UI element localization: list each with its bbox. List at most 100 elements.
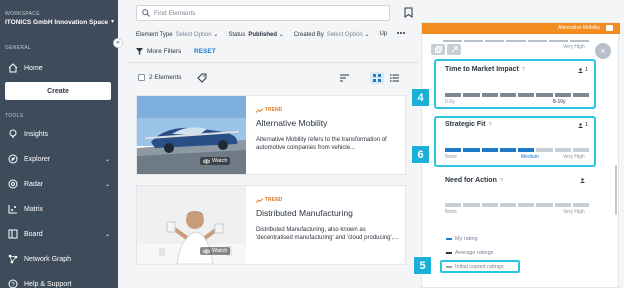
- scale-max-label: Very High: [563, 209, 585, 215]
- legend-my-rating: My rating: [446, 236, 478, 242]
- sidebar: WORKSPACE ITONICS GmbH Innovation Space …: [0, 0, 118, 288]
- legend-swatch: [446, 238, 452, 240]
- sidebar-item-home[interactable]: Home: [0, 59, 118, 77]
- rating-count: [580, 178, 585, 183]
- grid-view-icon[interactable]: [370, 72, 384, 84]
- filter-icon: [136, 48, 143, 55]
- previous-rating-bar: [443, 40, 589, 42]
- sidebar-item-label: Home: [24, 64, 43, 72]
- rating-scale[interactable]: [445, 93, 589, 97]
- more-filters-button[interactable]: More Filters: [136, 48, 181, 55]
- filter-element-type[interactable]: Element Type Select Option ⌄: [136, 31, 218, 38]
- eye-icon: [203, 248, 210, 254]
- sidebar-item-radar[interactable]: Radar ⌄: [0, 175, 118, 193]
- panel-scrollbar[interactable]: [615, 165, 617, 215]
- trend-icon: [256, 107, 263, 113]
- card-title[interactable]: Alternative Mobility: [256, 118, 327, 128]
- chevron-down-icon[interactable]: ▾: [111, 18, 114, 25]
- collapse-sidebar-button[interactable]: «: [113, 38, 123, 48]
- general-label: GENERAL: [5, 45, 31, 51]
- help-icon[interactable]: ?: [488, 122, 491, 128]
- create-button[interactable]: Create: [5, 82, 111, 100]
- card-title[interactable]: Distributed Manufacturing: [256, 208, 353, 218]
- help-icon[interactable]: ?: [500, 178, 503, 184]
- help-icon[interactable]: ?: [522, 67, 525, 73]
- user-icon: [578, 67, 583, 73]
- search-icon: [142, 9, 150, 17]
- search-input[interactable]: Find Elements: [136, 5, 390, 21]
- sidebar-item-network-graph[interactable]: Network Graph: [0, 250, 118, 268]
- sidebar-item-board[interactable]: Board ⌄: [0, 225, 118, 243]
- radar-icon: [8, 179, 18, 189]
- legend-swatch: [446, 252, 452, 254]
- more-options-icon[interactable]: [396, 22, 406, 40]
- sidebar-item-label: Explorer: [24, 155, 51, 163]
- chevron-down-icon[interactable]: ⌄: [105, 231, 110, 238]
- scale-max-label: 8-10y: [553, 99, 566, 105]
- filter-bar: Element Type Select Option ⌄ Status Publis…: [136, 31, 387, 38]
- rating-count-label: 1: [585, 122, 589, 128]
- list-item[interactable]: Watch TREND Alternative Mobility Alterna…: [136, 95, 406, 175]
- tag-icon[interactable]: [197, 73, 207, 83]
- chevron-down-icon[interactable]: ⌄: [105, 156, 110, 163]
- copy-icon[interactable]: [431, 44, 445, 55]
- network-icon: [8, 254, 18, 264]
- rating-title: Strategic Fit?: [445, 121, 492, 128]
- scale-min-label: None: [445, 154, 457, 160]
- close-icon[interactable]: ×: [595, 43, 611, 59]
- panel-header-title: Alternative Mobility: [558, 25, 600, 31]
- rating-scale[interactable]: [445, 203, 589, 207]
- sidebar-item-explorer[interactable]: Explorer ⌄: [0, 150, 118, 168]
- select-all-checkbox[interactable]: [138, 74, 145, 81]
- trend-icon: [256, 197, 263, 203]
- element-type: TREND: [256, 107, 282, 113]
- filter-created-by[interactable]: Created By Select Option ⌄: [294, 31, 370, 38]
- list-item[interactable]: Watch TREND Distributed Manufacturing Di…: [136, 185, 406, 265]
- watch-label: Watch: [212, 248, 228, 254]
- sidebar-item-label: Network Graph: [24, 255, 72, 263]
- rating-count: 1: [578, 122, 588, 128]
- panel-toolbar: [431, 44, 461, 55]
- rating-scale[interactable]: [445, 148, 589, 152]
- filter-status[interactable]: Status Published ⌄: [228, 31, 283, 38]
- sidebar-item-help[interactable]: ? Help & Support: [0, 275, 118, 288]
- legend-swatch: [446, 266, 452, 268]
- sidebar-item-label: Radar: [24, 180, 44, 188]
- legend-label: Initial copied ratings: [455, 264, 504, 270]
- scale-min-label: 0-2y: [445, 99, 455, 105]
- search-placeholder: Find Elements: [154, 9, 196, 17]
- callout-badge-5: 5: [413, 256, 432, 275]
- watch-button[interactable]: Watch: [200, 247, 231, 255]
- chevron-down-icon[interactable]: ⌄: [105, 181, 110, 188]
- card-description: Distributed Manufacturing, also known as…: [256, 227, 399, 241]
- card-description: Alternative Mobility refers to the trans…: [256, 137, 387, 151]
- callout-badge-4: 4: [411, 88, 430, 107]
- legend-average: Average ratings: [446, 250, 493, 256]
- list-view-icon[interactable]: [390, 74, 399, 82]
- home-icon: [8, 63, 18, 73]
- scale-mid-label: Medium: [521, 154, 539, 160]
- sidebar-item-insights[interactable]: Insights: [0, 125, 118, 143]
- rating-count-label: 1: [585, 67, 589, 73]
- eye-icon: [203, 158, 210, 164]
- rating-title: Time to Market Impact?: [445, 66, 525, 73]
- callout-badge-6: 6: [411, 145, 430, 164]
- rating-count: 1: [578, 67, 588, 73]
- divider: [128, 62, 418, 63]
- reset-button[interactable]: RESET: [194, 48, 216, 55]
- sidebar-item-matrix[interactable]: Matrix: [0, 200, 118, 218]
- element-type: TREND: [256, 197, 282, 203]
- watch-button[interactable]: Watch: [200, 157, 231, 165]
- lightbulb-icon: [9, 129, 17, 138]
- user-icon: [580, 178, 585, 183]
- filter-truncated[interactable]: Up: [379, 31, 387, 38]
- tools-label: TOOLS: [5, 113, 24, 119]
- bookmark-icon[interactable]: [404, 7, 413, 18]
- type-label: TREND: [265, 197, 283, 203]
- expand-icon[interactable]: [447, 44, 461, 55]
- sort-icon[interactable]: [340, 74, 349, 82]
- workspace-name[interactable]: ITONICS GmbH Innovation Space: [5, 19, 108, 26]
- board-icon: [8, 229, 18, 239]
- rating-title-label: Need for Action: [445, 177, 497, 184]
- window-icon[interactable]: [606, 25, 613, 31]
